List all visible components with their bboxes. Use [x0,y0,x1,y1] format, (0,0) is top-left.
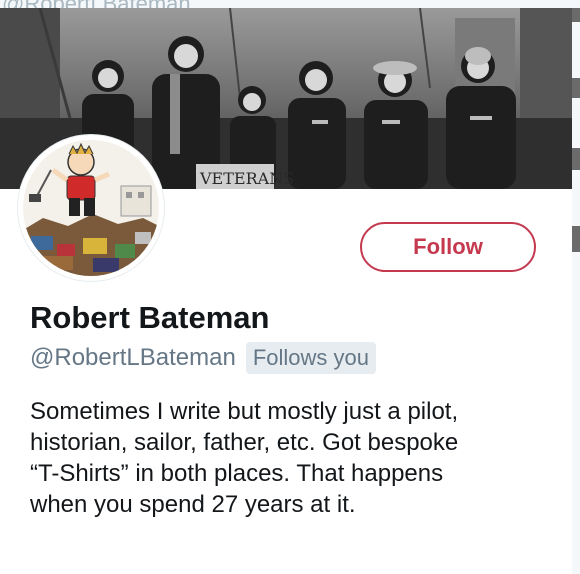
profile-name: Robert Bateman [30,300,270,335]
follows-you-badge: Follows you [245,342,376,374]
follow-button[interactable]: Follow [360,222,536,272]
bio-line: “T-Shirts” in both places. That happens [30,460,444,487]
bio-line: when you spend 27 years at it. [30,491,356,518]
profile-avatar[interactable] [18,135,164,281]
profile-bio: Sometimes I write but mostly just a pilo… [30,396,550,520]
profile-handle[interactable]: @RobertLBateman [30,344,236,372]
profile-handle-row: @RobertLBateman Follows you [30,342,376,374]
background-page-edge [572,8,580,574]
veterans-sign-text: VETERANS [199,169,294,188]
profile-card: VETERANS Follow Robert Bateman @RobertLB… [0,8,573,574]
bio-line: historian, sailor, father, etc. Got besp… [30,429,459,456]
bio-line: Sometimes I write but mostly just a pilo… [30,398,459,425]
